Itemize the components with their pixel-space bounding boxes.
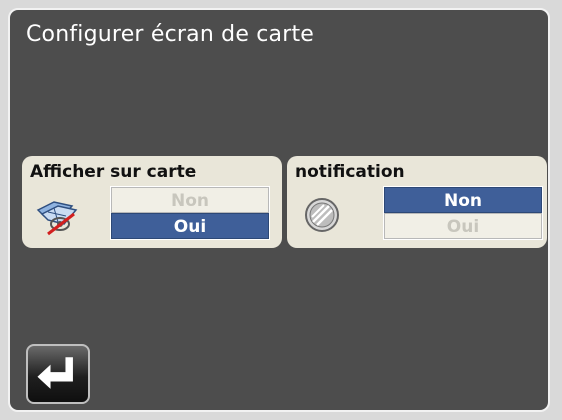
- notification-panel: notification Non Oui: [287, 156, 547, 248]
- alert-disc-icon: [305, 198, 339, 232]
- map-view-icon: [36, 201, 78, 236]
- show-on-map-option-non[interactable]: Non: [111, 187, 269, 213]
- back-button[interactable]: [26, 344, 90, 404]
- map-screen-config-window: Configurer écran de carte Afficher sur c…: [8, 8, 550, 412]
- notification-option-non[interactable]: Non: [384, 187, 542, 213]
- notification-option-oui[interactable]: Oui: [384, 213, 542, 239]
- show-on-map-label: Afficher sur carte: [30, 162, 197, 182]
- return-arrow-icon: [37, 357, 73, 389]
- notification-label: notification: [295, 162, 405, 182]
- show-on-map-panel: Afficher sur carte Non Oui: [22, 156, 282, 248]
- notification-toggle: Non Oui: [383, 186, 543, 240]
- show-on-map-option-oui[interactable]: Oui: [111, 213, 269, 239]
- page-title: Configurer écran de carte: [26, 22, 315, 47]
- show-on-map-toggle: Non Oui: [110, 186, 270, 240]
